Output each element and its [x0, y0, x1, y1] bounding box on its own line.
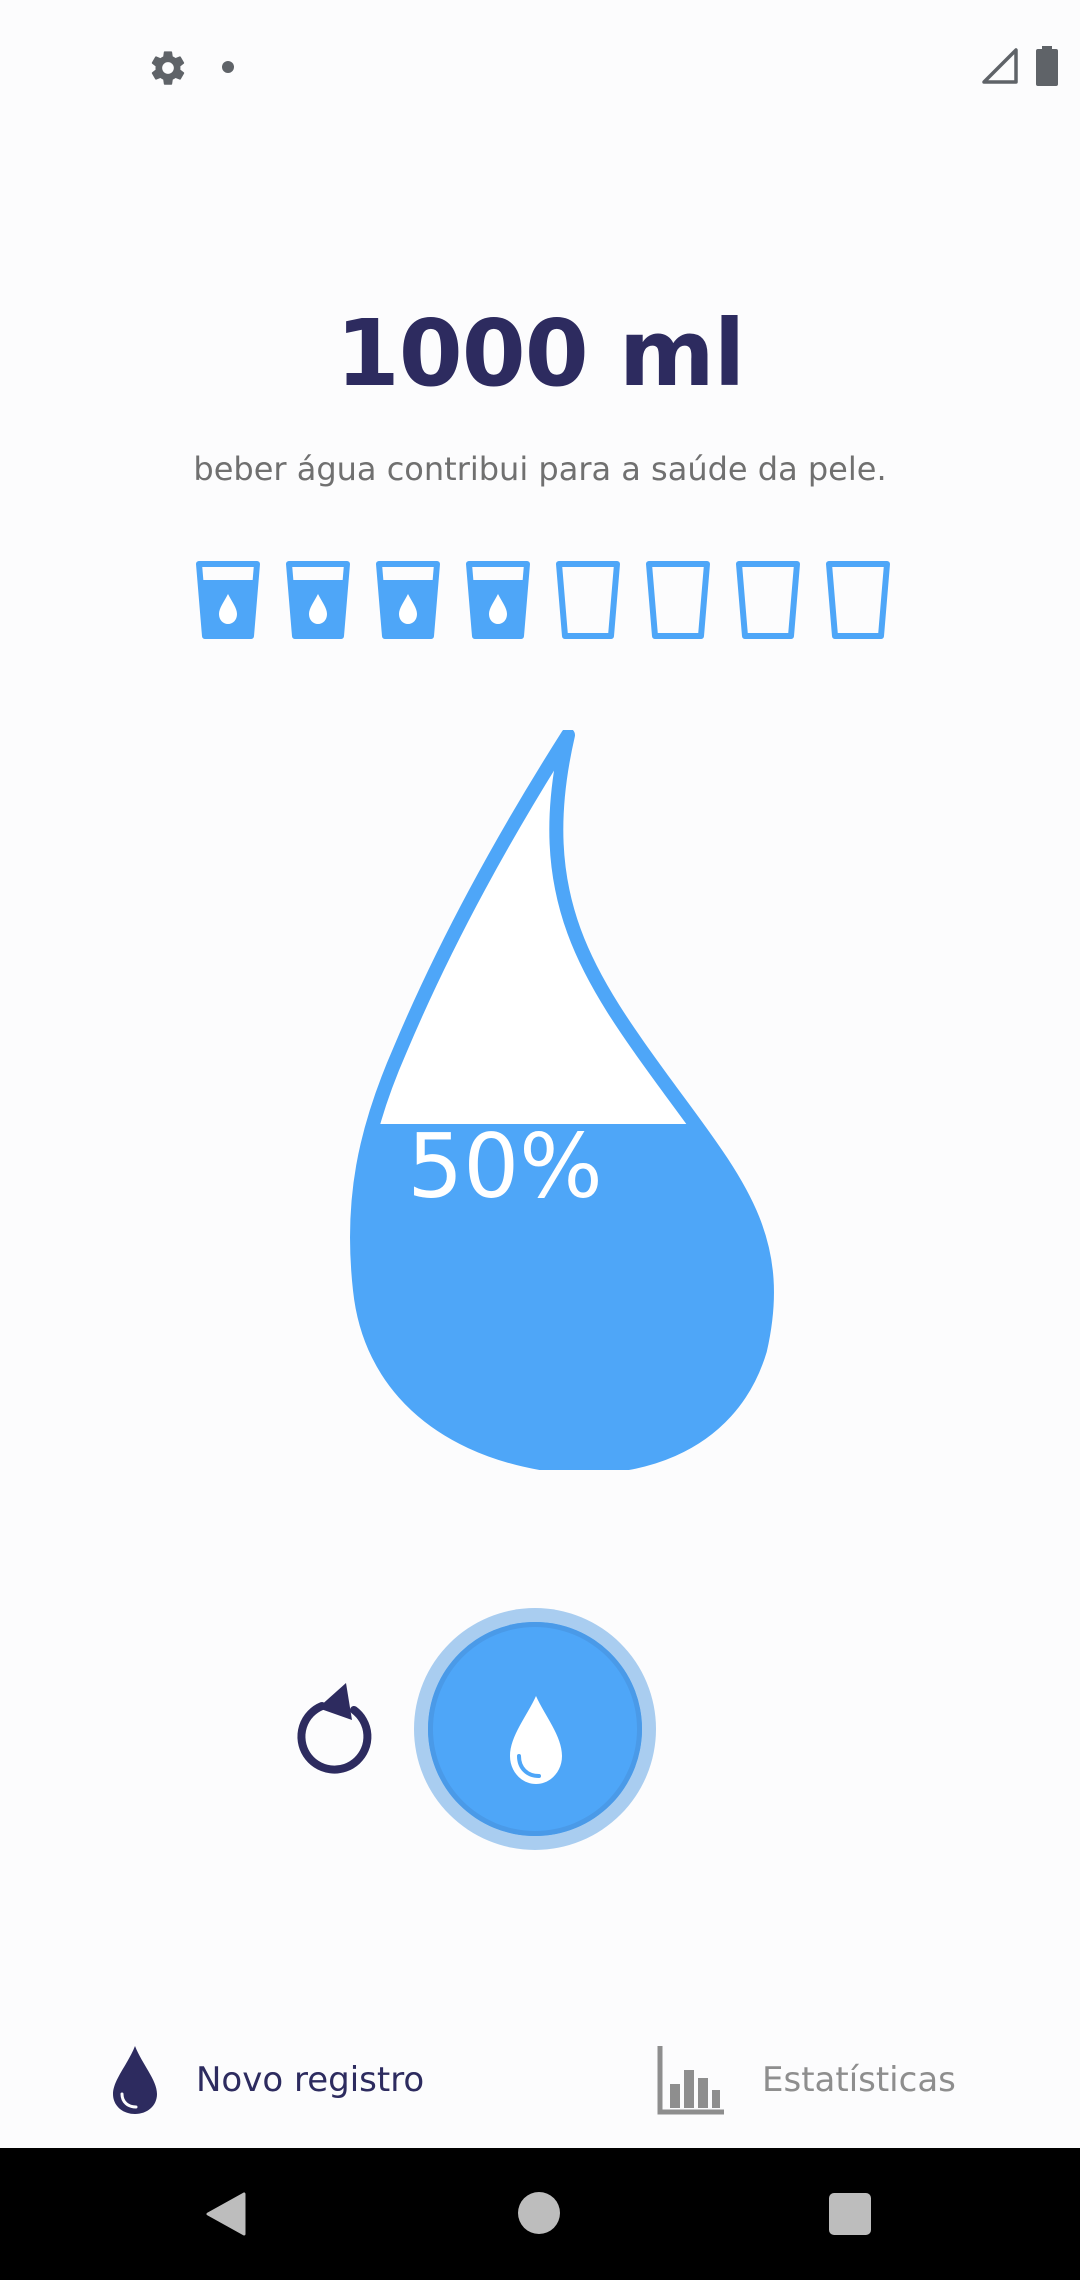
signal-icon	[982, 48, 1018, 84]
battery-icon	[1036, 46, 1058, 86]
water-drop-icon	[510, 1696, 562, 1784]
glass-empty-icon	[645, 560, 711, 640]
recents-icon[interactable]	[829, 2193, 871, 2235]
bar-chart-icon	[657, 2046, 724, 2115]
home-icon[interactable]	[518, 2192, 560, 2234]
notification-dot	[222, 61, 234, 73]
glass-filled-icon	[285, 560, 351, 640]
water-drop-progress	[290, 728, 780, 1474]
glass-empty-icon	[555, 560, 621, 640]
glass-filled-icon	[465, 560, 531, 640]
nav-statistics[interactable]: Estatísticas	[656, 2010, 956, 2150]
glass-filled-icon	[375, 560, 441, 640]
nav-statistics-label: Estatísticas	[762, 2060, 956, 2100]
progress-percent: 50%	[407, 1115, 603, 1218]
reset-icon	[297, 1683, 372, 1774]
big-drop-icon	[349, 728, 774, 1474]
bottom-navigation: Novo registro Estatísticas	[0, 2010, 1080, 2150]
app-screen: 1000 ml beber água contribui para a saúd…	[0, 0, 1080, 2280]
add-water-button[interactable]	[414, 1608, 656, 1850]
status-bar	[0, 0, 1080, 130]
hydration-tip: beber água contribui para a saúde da pel…	[193, 450, 887, 488]
nav-new-record-label: Novo registro	[196, 2060, 425, 2100]
add-water-button-inner	[428, 1622, 642, 1836]
reset-button[interactable]	[292, 1678, 382, 1778]
water-drop-nav-icon	[113, 2046, 157, 2114]
glass-filled-icon	[195, 560, 261, 640]
daily-goal-amount: 1000 ml	[335, 300, 745, 407]
nav-new-record[interactable]: Novo registro	[110, 2010, 424, 2150]
system-navigation-bar	[0, 2148, 1080, 2280]
glass-empty-icon	[735, 560, 801, 640]
glass-empty-icon	[825, 560, 891, 640]
gear-icon	[151, 51, 185, 85]
back-icon[interactable]	[204, 2192, 246, 2236]
glasses-progress-row	[195, 560, 890, 640]
